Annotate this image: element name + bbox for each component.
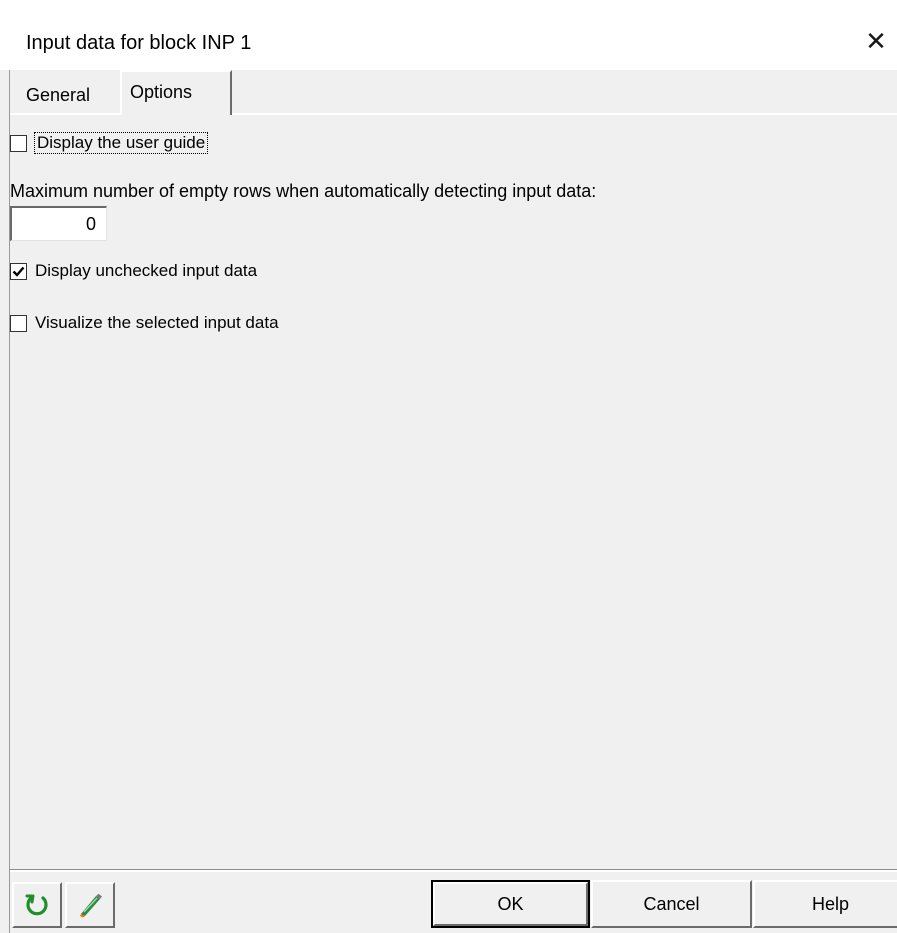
reset-button[interactable] (12, 882, 62, 928)
help-button[interactable]: Help (753, 880, 897, 928)
display-unchecked-checkbox[interactable] (10, 262, 27, 280)
dialog-footer: OK Cancel Help (10, 872, 897, 933)
cancel-button[interactable]: Cancel (591, 880, 752, 928)
display-user-guide-option[interactable]: Display the user guide (10, 130, 209, 156)
tab-options[interactable]: Options (120, 70, 232, 115)
display-unchecked-label: Display unchecked input data (35, 261, 258, 280)
ok-button-label: OK (497, 894, 524, 914)
ok-button[interactable]: OK (431, 880, 590, 928)
tab-strip: General Options (10, 70, 897, 115)
refresh-icon (14, 884, 60, 926)
tab-divider-right (232, 113, 897, 115)
close-icon[interactable]: ✕ (862, 26, 890, 56)
window-title: Input data for block INP 1 (26, 32, 252, 54)
display-user-guide-label: Display the user guide (33, 132, 209, 154)
tab-divider (10, 113, 120, 115)
display-unchecked-option[interactable]: Display unchecked input data (10, 258, 257, 284)
tab-general[interactable]: General (18, 74, 120, 114)
visualize-selected-checkbox[interactable] (10, 314, 27, 332)
checkmark-icon (12, 266, 25, 277)
visualize-selected-label: Visualize the selected input data (35, 313, 279, 332)
max-empty-rows-label: Maximum number of empty rows when automa… (10, 181, 597, 201)
visualize-selected-option[interactable]: Visualize the selected input data (10, 310, 279, 336)
clear-button[interactable] (65, 882, 115, 928)
eraser-icon (67, 884, 113, 926)
max-empty-rows-input[interactable] (10, 206, 107, 241)
display-user-guide-checkbox[interactable] (10, 134, 27, 152)
title-bar: Input data for block INP 1 ✕ (0, 0, 897, 70)
